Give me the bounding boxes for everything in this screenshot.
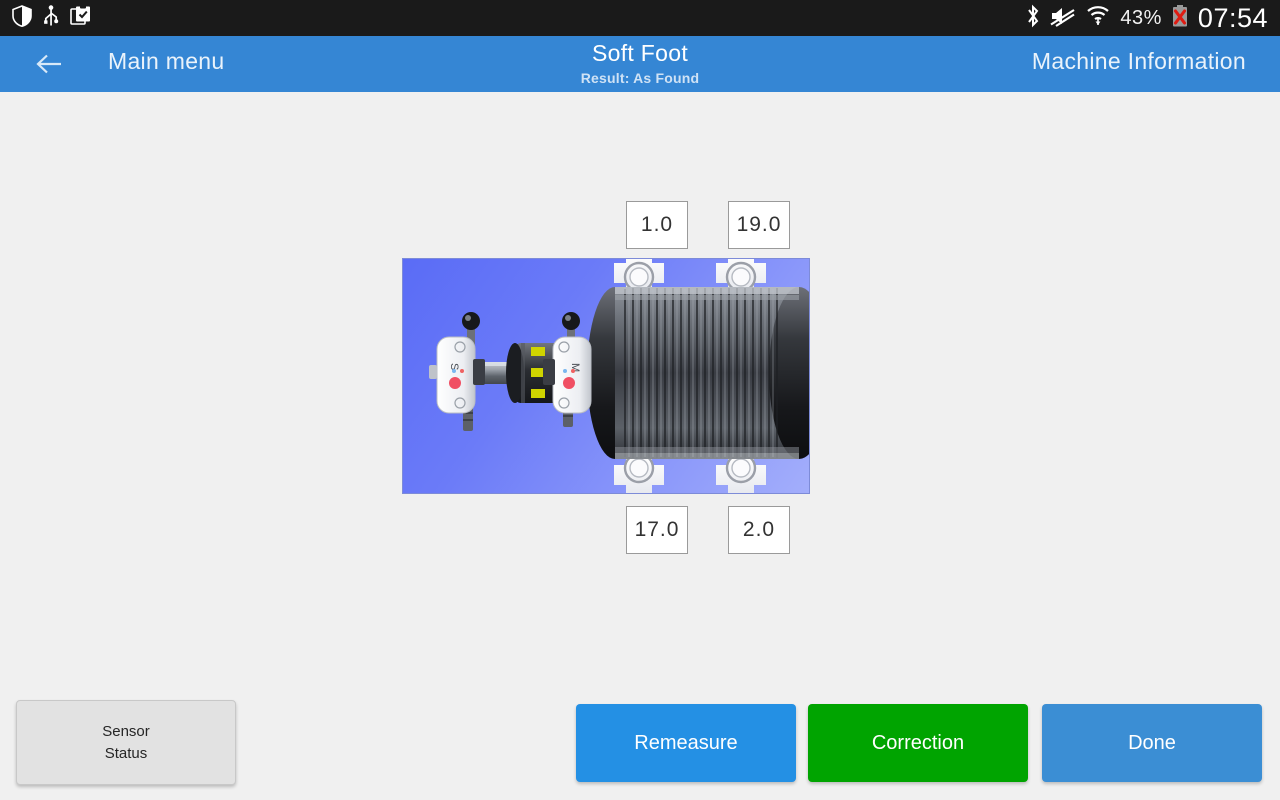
main-content: 1.0 19.0 17.0 2.0 M S — [0, 92, 1280, 800]
motor-body — [587, 287, 809, 459]
wifi-icon — [1085, 4, 1111, 32]
softfoot-value-bottom-right[interactable]: 2.0 — [728, 506, 790, 554]
softfoot-value-bottom-left[interactable]: 17.0 — [626, 506, 688, 554]
softfoot-value-top-left[interactable]: 1.0 — [626, 201, 688, 249]
clock-label: 07:54 — [1197, 2, 1268, 33]
svg-text:M: M — [569, 363, 581, 372]
status-bar-left-icons — [0, 4, 92, 32]
volume-mute-icon — [1050, 5, 1076, 32]
correction-button[interactable]: Correction — [808, 704, 1028, 782]
clipboard-check-icon — [70, 5, 92, 31]
battery-percent-label: 43% — [1120, 6, 1162, 29]
status-bar: 43% 07:54 — [0, 0, 1280, 36]
sensor-status-line2: Status — [104, 744, 148, 762]
bluetooth-icon — [1025, 4, 1041, 33]
usb-icon — [42, 4, 60, 32]
sensor-pump-side: S — [429, 312, 485, 431]
sensor-status-button[interactable]: Sensor Status — [16, 700, 236, 785]
softfoot-value-top-right[interactable]: 19.0 — [728, 201, 790, 249]
sensor-status-label: Sensor Status — [102, 721, 150, 765]
battery-error-icon — [1171, 4, 1189, 33]
machine-illustration: M S — [402, 258, 810, 494]
machine-information-link[interactable]: Machine Information — [1032, 48, 1246, 75]
sensor-motor-side: M — [543, 312, 592, 427]
app-header: Main menu Soft Foot Result: As Found Mac… — [0, 36, 1280, 92]
shield-icon — [12, 4, 32, 32]
done-button[interactable]: Done — [1042, 704, 1262, 782]
remeasure-button[interactable]: Remeasure — [576, 704, 796, 782]
status-bar-right-icons: 43% 07:54 — [1025, 3, 1280, 34]
sensor-status-line1: Sensor — [102, 722, 150, 740]
